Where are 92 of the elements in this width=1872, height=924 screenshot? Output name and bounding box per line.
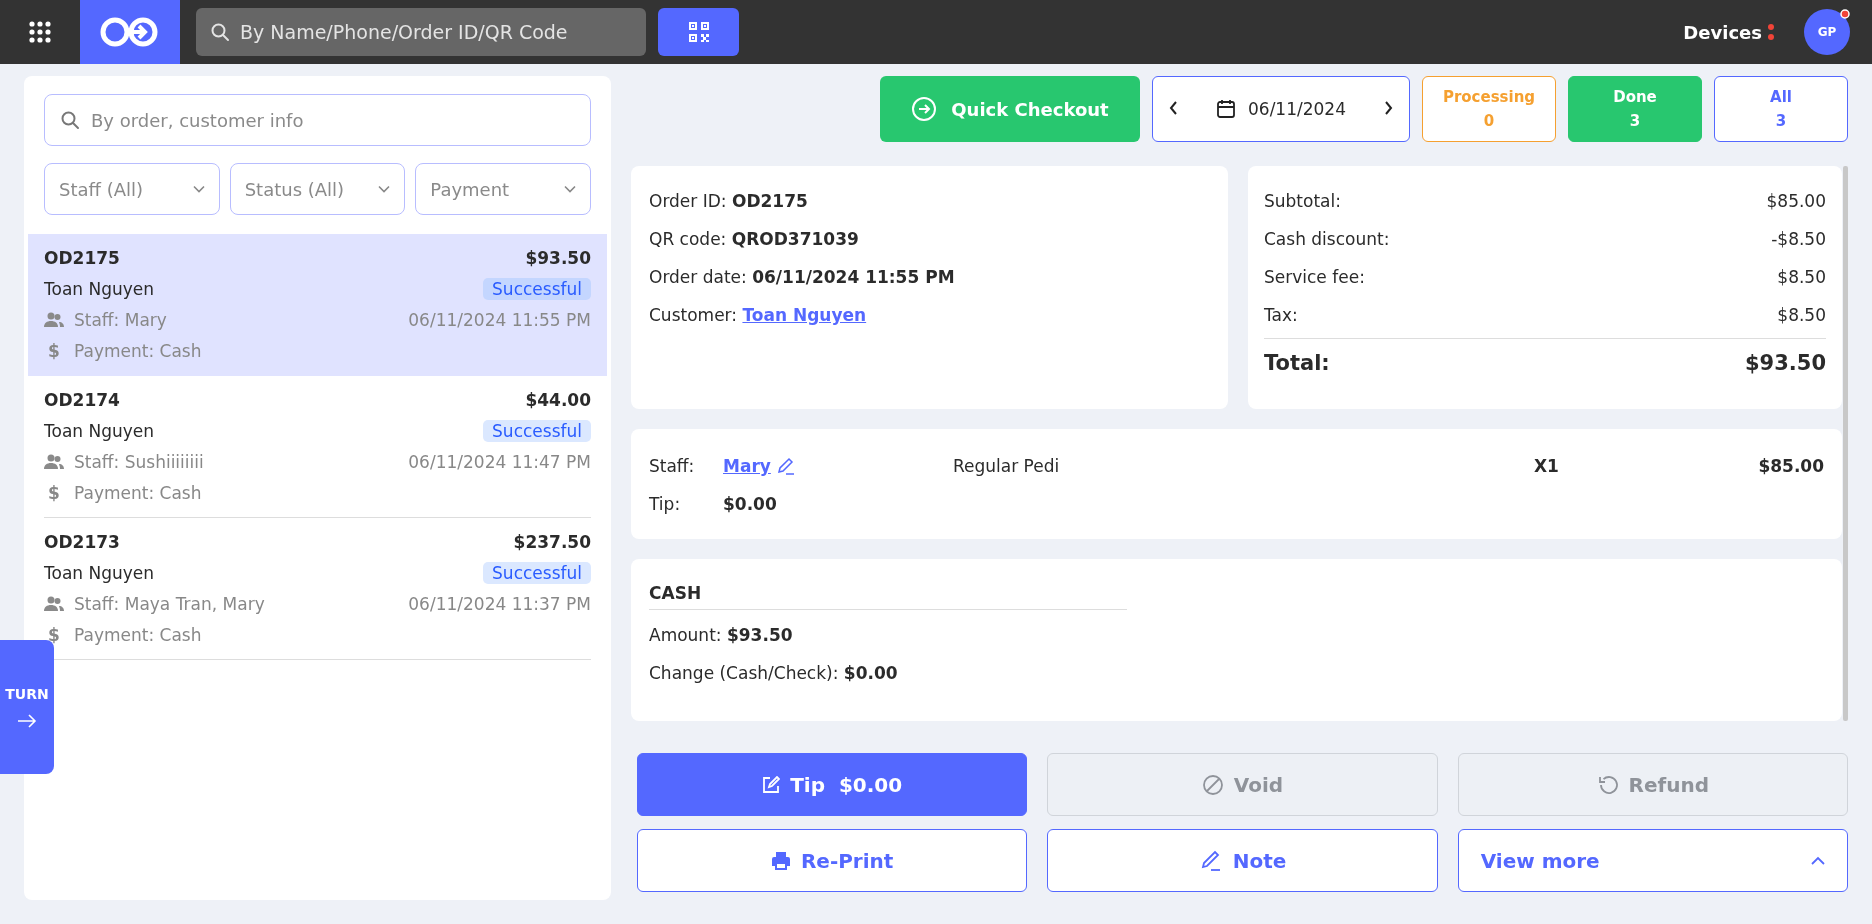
service-name: Regular Pedi xyxy=(953,456,1061,476)
order-datetime: 06/11/2024 11:47 PM xyxy=(408,451,591,472)
qr-scan-button[interactable] xyxy=(658,8,739,56)
order-payment: Payment: Cash xyxy=(74,624,202,645)
scrollbar[interactable] xyxy=(1843,166,1848,721)
service-quantity: X1 xyxy=(1534,456,1560,476)
qr-code-icon xyxy=(687,21,710,43)
grand-total-value: $93.50 xyxy=(1744,350,1826,377)
printer-icon xyxy=(770,850,791,871)
order-amount: $93.50 xyxy=(525,247,591,268)
chevron-down-icon xyxy=(378,185,391,193)
dollar-icon: $ xyxy=(44,340,64,361)
payment-method: CASH xyxy=(649,577,1127,610)
order-amount: $44.00 xyxy=(525,389,591,410)
total-label: Subtotal: xyxy=(1264,190,1341,213)
users-icon xyxy=(44,311,64,328)
order-id: OD2175 xyxy=(44,247,120,268)
order-search-field[interactable]: By order, customer info xyxy=(44,94,591,146)
app-logo[interactable] xyxy=(80,0,180,64)
alert-dots-icon xyxy=(1768,23,1774,41)
pencil-icon xyxy=(776,457,795,475)
total-value: -$8.50 xyxy=(1771,228,1826,251)
order-id: OD2174 xyxy=(44,389,120,410)
staff-label: Staff: xyxy=(649,456,696,476)
order-payment: Payment: Cash xyxy=(74,340,202,361)
order-list-item[interactable]: OD2174 $44.00 Toan Nguyen Successful Staff: Sushiiiiiiii 06/11/2024 11:47 PM $ Payment: Cash xyxy=(28,376,607,518)
quick-checkout-button[interactable]: Quick Checkout xyxy=(880,76,1140,142)
order-datetime: 06/11/2024 11:55 PM xyxy=(408,309,591,330)
order-amount: $237.50 xyxy=(513,531,591,552)
date-picker[interactable]: 06/11/2024 xyxy=(1152,76,1410,142)
chevron-left-icon xyxy=(1169,100,1178,115)
order-id: OD2173 xyxy=(44,531,120,552)
status-tab[interactable]: Done 3 xyxy=(1568,76,1702,142)
total-label: Service fee: xyxy=(1264,266,1365,289)
order-payment: Payment: Cash xyxy=(74,482,202,503)
status-badge: Successful xyxy=(483,561,591,584)
order-datetime: 06/11/2024 11:37 PM xyxy=(408,593,591,614)
customer-name: Toan Nguyen xyxy=(44,278,155,299)
customer-link[interactable]: Toan Nguyen xyxy=(742,305,867,325)
service-price: $85.00 xyxy=(1758,456,1824,476)
notification-dot-icon xyxy=(1840,9,1850,19)
payment-line: Amount: $93.50 xyxy=(649,625,793,645)
chevron-right-icon xyxy=(1384,100,1393,115)
total-value: $8.50 xyxy=(1777,304,1826,327)
customer-name: Toan Nguyen xyxy=(44,420,155,441)
arrow-circle-icon xyxy=(911,96,938,122)
undo-icon xyxy=(1596,773,1619,796)
total-value: $85.00 xyxy=(1766,190,1826,213)
total-label: Cash discount: xyxy=(1264,228,1390,251)
global-search-field[interactable]: By Name/Phone/Order ID/QR Code xyxy=(196,8,646,56)
calendar-icon xyxy=(1216,99,1236,119)
total-label: Tax: xyxy=(1264,304,1298,327)
order-staff: Staff: Mary xyxy=(74,309,167,330)
info-line: QR code: QROD371039 xyxy=(649,229,859,249)
info-label: Customer: xyxy=(649,305,737,325)
tip-label: Tip: xyxy=(649,494,682,514)
chevron-down-icon xyxy=(192,185,205,193)
action-button[interactable]: Re-Print xyxy=(637,829,1028,892)
filter-dropdown[interactable]: Status (All) xyxy=(229,163,406,215)
search-icon xyxy=(60,110,80,130)
apps-grid-icon[interactable] xyxy=(29,21,51,43)
chevron-up-icon xyxy=(1811,856,1825,865)
arrow-right-icon xyxy=(17,714,37,728)
grand-total-label: Total: xyxy=(1264,350,1330,377)
status-badge: Successful xyxy=(483,277,591,300)
status-badge: Successful xyxy=(483,419,591,442)
info-line: Order date: 06/11/2024 11:55 PM xyxy=(649,267,955,287)
filter-dropdown[interactable]: Staff (All) xyxy=(44,163,220,215)
order-staff: Staff: Maya Tran, Mary xyxy=(74,593,265,614)
action-button[interactable]: View more xyxy=(1457,829,1848,892)
action-button[interactable]: Note xyxy=(1047,829,1438,892)
edit-icon xyxy=(762,775,781,794)
user-avatar[interactable]: GP xyxy=(1804,9,1850,55)
tip-button[interactable]: Tip $0.00 xyxy=(637,753,1028,816)
staff-link[interactable]: Mary xyxy=(723,456,795,476)
customer-name: Toan Nguyen xyxy=(44,562,155,583)
dollar-icon: $ xyxy=(44,482,64,503)
tip-value: $0.00 xyxy=(723,494,778,514)
search-icon xyxy=(210,22,230,42)
devices-button[interactable]: Devices xyxy=(1683,21,1762,43)
chevron-down-icon xyxy=(564,185,576,193)
users-icon xyxy=(44,453,64,470)
order-staff: Staff: Sushiiiiiiii xyxy=(74,451,204,472)
total-value: $8.50 xyxy=(1777,266,1826,289)
ban-icon xyxy=(1201,773,1224,796)
users-icon xyxy=(44,595,64,612)
selected-date: 06/11/2024 xyxy=(1248,99,1346,119)
info-line: Order ID: OD2175 xyxy=(649,191,808,211)
order-list-item[interactable]: OD2175 $93.50 Toan Nguyen Successful Staff: Mary 06/11/2024 11:55 PM $ Payment: Cash xyxy=(28,234,607,376)
payment-line: Change (Cash/Check): $0.00 xyxy=(649,663,898,683)
status-tab[interactable]: All 3 xyxy=(1714,76,1848,142)
filter-dropdown[interactable]: Payment xyxy=(415,163,591,215)
